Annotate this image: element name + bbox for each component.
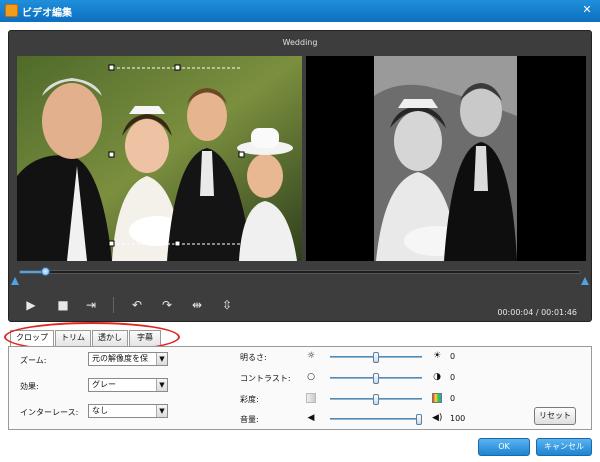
play-button[interactable]: ▶	[23, 297, 39, 313]
original-preview	[17, 56, 302, 261]
saturation-low-icon	[306, 393, 316, 403]
volume-label: 音量:	[240, 415, 259, 424]
ok-button[interactable]: OK	[478, 438, 530, 456]
saturation-high-icon	[432, 393, 442, 403]
timeline-track[interactable]	[19, 267, 581, 276]
saturation-slider[interactable]	[330, 394, 422, 405]
zoom-select-value: 元の解像度を保	[92, 354, 148, 363]
contrast-high-icon: ◑	[433, 372, 441, 382]
title-bar: ビデオ編集 ✕	[0, 0, 600, 22]
contrast-slider[interactable]	[330, 373, 422, 384]
volume-value: 100	[450, 414, 466, 423]
brightness-slider[interactable]	[330, 352, 422, 363]
cancel-button[interactable]: キャンセル	[536, 438, 592, 456]
contrast-label: コントラスト:	[240, 374, 291, 383]
video-title: Wedding	[282, 38, 318, 47]
time-readout: 00:00:04 / 00:01:46	[497, 308, 577, 317]
brightness-low-icon: ☼	[306, 351, 316, 361]
slider-knob[interactable]	[373, 394, 379, 405]
brightness-high-icon: ☀	[432, 351, 442, 361]
chevron-down-icon: ▼	[156, 405, 167, 417]
zoom-label: ズーム:	[20, 356, 47, 365]
trim-end-marker[interactable]	[581, 277, 589, 285]
effect-select[interactable]: グレー ▼	[88, 378, 168, 392]
contrast-low-icon: ○	[307, 372, 315, 382]
slider-knob[interactable]	[416, 414, 422, 425]
zoom-select[interactable]: 元の解像度を保 ▼	[88, 352, 168, 366]
brightness-label: 明るさ:	[240, 353, 267, 362]
trim-start-marker[interactable]	[11, 277, 19, 285]
control-separator	[113, 297, 114, 313]
stop-button[interactable]: ■	[55, 297, 71, 313]
output-preview	[306, 56, 586, 261]
timeline-thumb[interactable]	[41, 267, 51, 276]
video-player: Wedding ▶ ■ ⇥ ↶ ↷ ⇹ ⇳ 00:00:04 / 00:01:4…	[8, 30, 592, 322]
interlace-select[interactable]: なし ▼	[88, 404, 168, 418]
window-title: ビデオ編集	[22, 8, 72, 19]
reset-button[interactable]: リセット	[534, 407, 576, 425]
close-icon[interactable]: ✕	[580, 3, 594, 17]
slider-knob[interactable]	[373, 352, 379, 363]
saturation-label: 彩度:	[240, 395, 259, 404]
chevron-down-icon: ▼	[156, 379, 167, 391]
flip-vertical-button[interactable]: ⇳	[219, 297, 235, 313]
wedding-photo-color	[17, 56, 302, 261]
contrast-value: 0	[450, 373, 456, 382]
speaker-low-icon: ◀	[307, 413, 315, 423]
rotate-right-button[interactable]: ↷	[159, 297, 175, 313]
rotate-left-button[interactable]: ↶	[129, 297, 145, 313]
interlace-label: インターレース:	[20, 408, 79, 417]
effect-select-value: グレー	[92, 380, 116, 389]
interlace-select-value: なし	[92, 406, 108, 415]
brightness-value: 0	[450, 352, 456, 361]
speaker-high-icon: ◀)	[432, 413, 443, 423]
saturation-value: 0	[450, 394, 456, 403]
wedding-photo-gray	[306, 56, 586, 261]
volume-slider[interactable]	[330, 414, 422, 425]
effect-label: 効果:	[20, 382, 39, 391]
app-icon	[5, 4, 18, 17]
chevron-down-icon: ▼	[156, 353, 167, 365]
slider-knob[interactable]	[373, 373, 379, 384]
export-frame-button[interactable]: ⇥	[83, 297, 99, 313]
flip-horizontal-button[interactable]: ⇹	[189, 297, 205, 313]
